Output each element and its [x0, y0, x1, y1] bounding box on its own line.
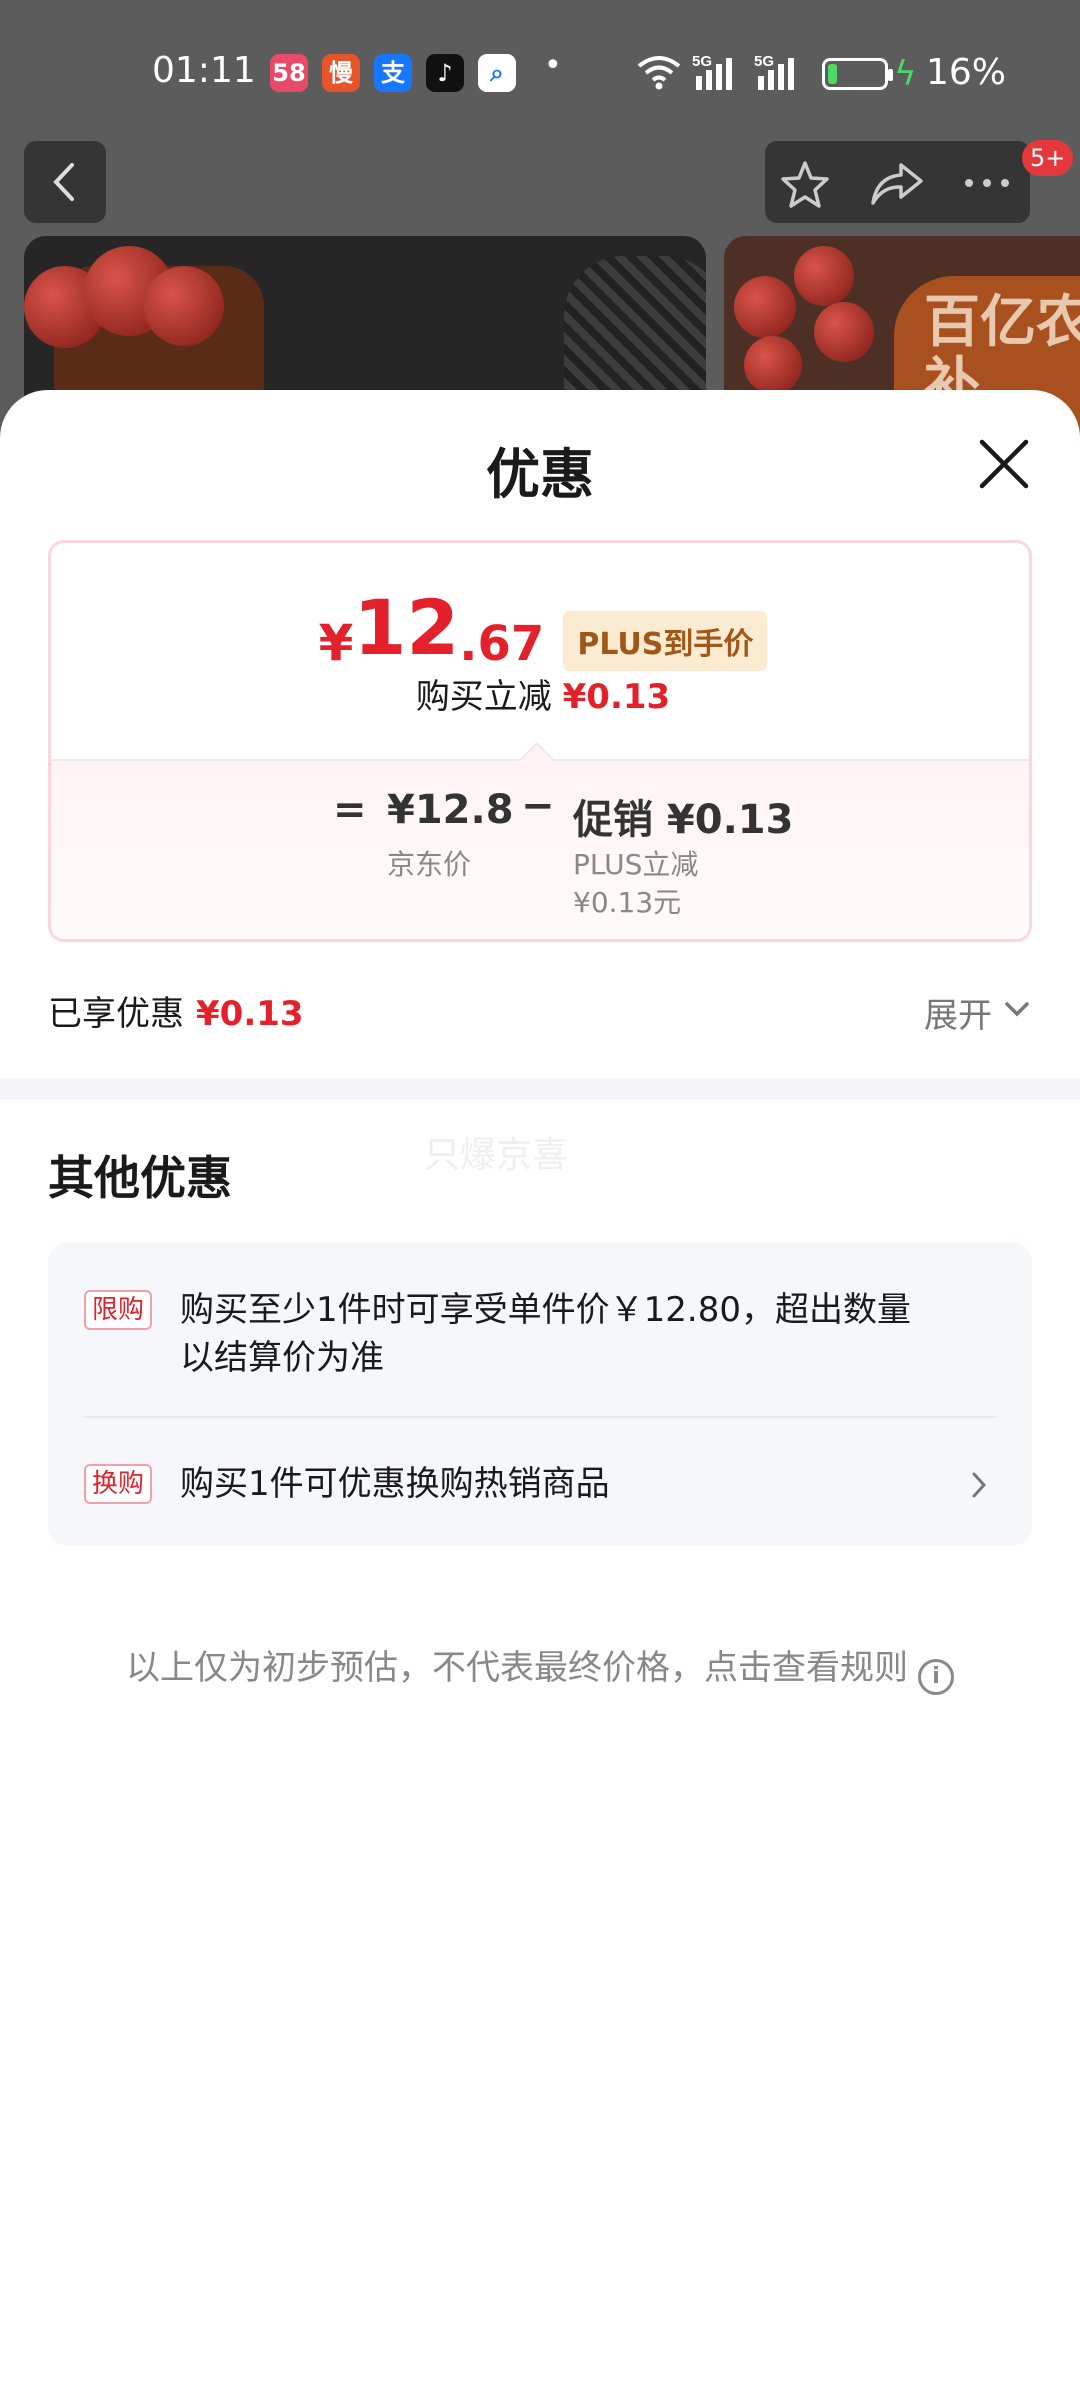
chevron-left-icon [53, 163, 74, 201]
search-app-icon: ⌕ [478, 54, 516, 92]
other-discounts-title: 其他优惠 [48, 1151, 232, 1205]
enjoyed-discount: 已享优惠 ¥0.13 [48, 986, 304, 1035]
list-divider [84, 1416, 996, 1418]
instant-reduction: 购买立减 ¥0.13 [51, 669, 1029, 718]
price-integer: 12 [353, 583, 460, 672]
cell-signal-icon-2: 5G [754, 53, 794, 90]
message-badge: 5+ [1022, 140, 1074, 176]
tiktok-icon: ♪ [426, 54, 464, 92]
exchange-tag: 换购 [84, 1464, 153, 1504]
app-icon-pink: 58 [270, 54, 308, 92]
enjoyed-label: 已享优惠 [48, 994, 184, 1034]
exchange-text: 购买1件可优惠换购热销商品 [180, 1464, 610, 1504]
cell-signal-icon: 5G [692, 53, 732, 90]
expand-label: 展开 [924, 996, 992, 1036]
price-card: ¥12.67 PLUS到手价 购买立减 ¥0.13 = ¥12.8 京东价 − … [48, 540, 1032, 942]
network-label-2: 5G [754, 53, 774, 70]
back-button[interactable] [24, 141, 106, 223]
discount-sheet: 优惠 ¥12.67 PLUS到手价 购买立减 ¥0.13 = ¥12.8 京东价… [0, 390, 1080, 2400]
chevron-right-icon[interactable] [970, 1470, 988, 1500]
jd-price: ¥12.8 [387, 787, 514, 833]
charging-bolt-icon: ϟ [894, 54, 917, 94]
plus-price-tag: PLUS到手价 [563, 611, 768, 671]
watermark-text: 只爆京喜 [424, 1135, 569, 1176]
reduction-label: 购买立减 [415, 677, 552, 717]
wifi-icon [637, 56, 681, 90]
more-icon[interactable] [963, 177, 1011, 189]
limit-text: 购买至少1件时可享受单件价￥12.80，超出数量以结算价为准 [180, 1290, 911, 1378]
equals-sign: = [333, 787, 367, 833]
status-time: 01:11 [152, 50, 256, 91]
promo-detail-amount: ¥0.13元 [573, 886, 682, 919]
price-breakdown: = ¥12.8 京东价 − 促销 ¥0.13 PLUS立减 ¥0.13元 [51, 742, 1029, 939]
chevron-down-icon [1005, 1002, 1029, 1017]
status-bar: 01:11 58 慢 支 ♪ ⌕ • 5G 5G ϟ 16% [0, 40, 1080, 106]
network-label-1: 5G [692, 53, 712, 70]
star-icon[interactable] [779, 159, 831, 209]
battery-icon [822, 58, 893, 90]
promo-detail-label: PLUS立减 [573, 848, 699, 881]
expand-button[interactable]: 展开 [924, 988, 1029, 1037]
sheet-title: 优惠 [486, 443, 594, 506]
price-currency: ¥ [318, 614, 354, 672]
jd-price-label: 京东价 [387, 848, 472, 881]
promo-value: 促销 ¥0.13 [573, 797, 794, 843]
notification-dot-icon: • [544, 48, 562, 83]
reduction-value: ¥0.13 [562, 677, 671, 717]
enjoyed-value: ¥0.13 [196, 994, 304, 1034]
info-icon[interactable]: i [918, 1659, 954, 1695]
header-actions [765, 141, 1030, 223]
share-icon[interactable] [869, 159, 925, 207]
close-icon[interactable] [976, 436, 1032, 492]
minus-sign: − [521, 783, 555, 829]
app-icon-orange: 慢 [322, 54, 360, 92]
battery-percent: 16% [926, 52, 1007, 93]
battery-fill [828, 64, 837, 84]
alipay-icon: 支 [374, 54, 412, 92]
price-decimal: .67 [459, 616, 545, 672]
final-price: ¥12.67 PLUS到手价 [51, 583, 1029, 672]
other-discounts-card: 限购 购买至少1件时可享受单件价￥12.80，超出数量以结算价为准 换购 购买1… [48, 1242, 1032, 1546]
product-page-background: 01:11 58 慢 支 ♪ ⌕ • 5G 5G ϟ 16% 5+ 百亿农补 [0, 0, 1080, 436]
footnote-text: 以上仅为初步预估，不代表最终价格，点击查看规则 [126, 1648, 908, 1688]
section-divider [0, 1078, 1080, 1100]
rules-footnote[interactable]: 以上仅为初步预估，不代表最终价格，点击查看规则 i [0, 1640, 1080, 1695]
list-item-exchange[interactable]: 换购 购买1件可优惠换购热销商品 [84, 1460, 1004, 1512]
limit-tag: 限购 [84, 1290, 153, 1330]
